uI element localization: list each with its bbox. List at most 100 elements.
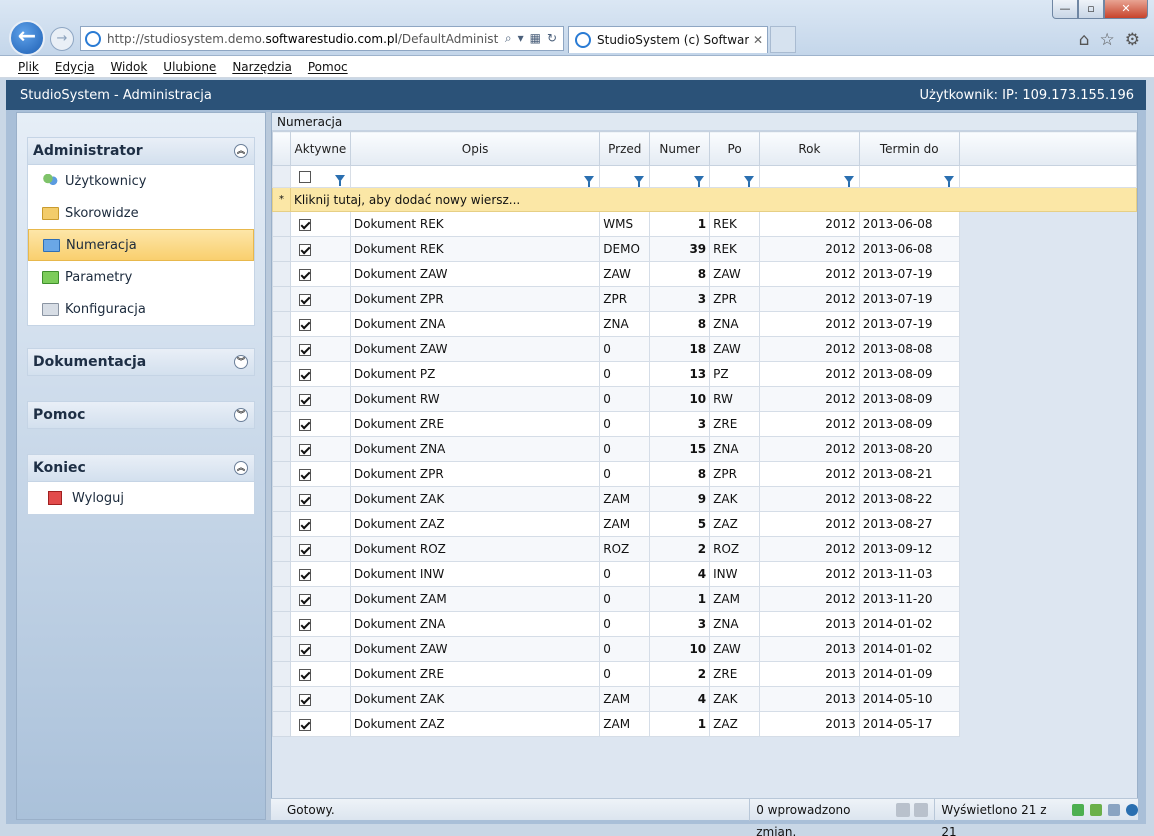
home-icon[interactable]: ⌂	[1079, 30, 1090, 50]
cell-opis[interactable]: Dokument ZRE	[349, 661, 601, 687]
sidebar-item-parametry[interactable]: Parametry	[28, 261, 254, 293]
cell-numer[interactable]: 2	[649, 536, 711, 562]
new-tab-button[interactable]	[770, 26, 796, 53]
cell-przed[interactable]: ZAM	[599, 511, 651, 537]
panel-dokumentacja-header[interactable]: Dokumentacja ︾	[27, 348, 255, 376]
cell-rok[interactable]: 2012	[759, 586, 860, 612]
cell-termin-do[interactable]: 2014-05-10	[858, 686, 960, 712]
row-indicator[interactable]	[272, 661, 291, 687]
cell-rok[interactable]: 2012	[759, 486, 860, 512]
cell-po[interactable]: ZAM	[709, 586, 761, 612]
active-checkbox[interactable]	[298, 593, 311, 606]
row-indicator[interactable]	[272, 436, 291, 462]
row-indicator[interactable]	[272, 411, 291, 437]
table-row[interactable]: Dokument ZPR 0 8 ZPR 2012 2013-08-21	[272, 461, 1137, 487]
column-header-przed[interactable]: Przed	[599, 131, 651, 166]
cell-rok[interactable]: 2013	[759, 611, 860, 637]
cell-przed[interactable]: 0	[599, 636, 651, 662]
add-new-row[interactable]: * Kliknij tutaj, aby dodać nowy wiersz..…	[272, 187, 1138, 212]
minimize-button[interactable]: —	[1052, 0, 1078, 19]
cell-aktywne[interactable]	[289, 686, 351, 712]
cell-po[interactable]: ZAZ	[709, 711, 761, 737]
cell-termin-do[interactable]: 2013-08-22	[858, 486, 960, 512]
cell-aktywne[interactable]	[289, 511, 351, 537]
cell-opis[interactable]: Dokument REK	[349, 236, 601, 262]
panel-koniec-header[interactable]: Koniec ︽	[27, 454, 255, 482]
cell-opis[interactable]: Dokument ZAZ	[349, 711, 601, 737]
cell-opis[interactable]: Dokument ZAK	[349, 486, 601, 512]
sidebar-item-numeracja[interactable]: Numeracja	[28, 229, 254, 261]
cell-termin-do[interactable]: 2014-01-02	[858, 636, 960, 662]
cell-opis[interactable]: Dokument ZPR	[349, 286, 601, 312]
column-header-numer[interactable]: Numer	[649, 131, 711, 166]
sidebar-item-wyloguj[interactable]: Wyloguj	[28, 482, 254, 514]
filter-icon[interactable]	[843, 175, 854, 187]
filter-icon[interactable]	[634, 175, 645, 187]
close-window-button[interactable]: ✕	[1104, 0, 1148, 19]
table-row[interactable]: Dokument ZAW 0 10 ZAW 2013 2014-01-02	[272, 636, 1137, 662]
cell-po[interactable]: ZNA	[709, 611, 761, 637]
browser-tab[interactable]: StudioSystem (c) SoftwareS... ✕	[568, 26, 768, 53]
cell-aktywne[interactable]	[289, 336, 351, 362]
cell-aktywne[interactable]	[289, 536, 351, 562]
active-checkbox[interactable]	[298, 218, 311, 231]
cell-termin-do[interactable]: 2014-01-02	[858, 611, 960, 637]
cell-po[interactable]: ROZ	[709, 536, 761, 562]
cancel-changes-icon[interactable]	[914, 802, 929, 817]
filter-icon[interactable]	[943, 175, 954, 187]
cell-aktywne[interactable]	[289, 561, 351, 587]
cell-numer[interactable]: 39	[649, 236, 711, 262]
cell-przed[interactable]: 0	[599, 386, 651, 412]
cell-termin-do[interactable]: 2013-08-27	[858, 511, 960, 537]
cell-termin-do[interactable]: 2013-08-21	[858, 461, 960, 487]
table-row[interactable]: Dokument ZAW ZAW 8 ZAW 2012 2013-07-19	[272, 261, 1137, 287]
cell-po[interactable]: ZRE	[709, 411, 761, 437]
sidebar-item-skorowidze[interactable]: Skorowidze	[28, 197, 254, 229]
filter-icon[interactable]	[694, 175, 705, 187]
table-row[interactable]: Dokument INW 0 4 INW 2012 2013-11-03	[272, 561, 1137, 587]
cell-opis[interactable]: Dokument RW	[349, 386, 601, 412]
cell-termin-do[interactable]: 2013-07-19	[858, 286, 960, 312]
row-indicator[interactable]	[272, 536, 291, 562]
active-checkbox[interactable]	[298, 418, 311, 431]
active-checkbox[interactable]	[298, 318, 311, 331]
filter-icon[interactable]	[584, 175, 595, 187]
cell-termin-do[interactable]: 2013-09-12	[858, 536, 960, 562]
cell-opis[interactable]: Dokument ZAW	[349, 336, 601, 362]
add-row-text[interactable]: Kliknij tutaj, aby dodać nowy wiersz...	[289, 187, 1138, 212]
cell-opis[interactable]: Dokument ROZ	[349, 536, 601, 562]
address-url[interactable]: http://studiosystem.demo.softwarestudio.…	[107, 32, 499, 46]
cell-rok[interactable]: 2012	[759, 211, 860, 237]
filter-checkbox[interactable]	[298, 171, 311, 183]
cell-rok[interactable]: 2012	[759, 236, 860, 262]
row-indicator[interactable]	[272, 311, 291, 337]
cell-przed[interactable]: 0	[599, 361, 651, 387]
cell-po[interactable]: ZAW	[709, 261, 761, 287]
cell-przed[interactable]: ROZ	[599, 536, 651, 562]
cell-rok[interactable]: 2012	[759, 286, 860, 312]
cell-aktywne[interactable]	[289, 486, 351, 512]
cell-opis[interactable]: Dokument REK	[349, 211, 601, 237]
cell-przed[interactable]: ZAW	[599, 261, 651, 287]
column-header-aktywne[interactable]: Aktywne	[289, 131, 351, 166]
active-checkbox[interactable]	[298, 243, 311, 256]
cell-numer[interactable]: 1	[649, 711, 711, 737]
column-header-po[interactable]: Po	[709, 131, 761, 166]
cell-opis[interactable]: Dokument ZAK	[349, 686, 601, 712]
cell-numer[interactable]: 4	[649, 686, 711, 712]
active-checkbox[interactable]	[298, 568, 311, 581]
active-checkbox[interactable]	[298, 518, 311, 531]
cell-rok[interactable]: 2012	[759, 336, 860, 362]
cell-po[interactable]: ZPR	[709, 461, 761, 487]
cell-po[interactable]: ZAW	[709, 336, 761, 362]
export-icon[interactable]	[1089, 803, 1102, 816]
cell-termin-do[interactable]: 2013-08-20	[858, 436, 960, 462]
cell-rok[interactable]: 2012	[759, 461, 860, 487]
row-indicator[interactable]	[272, 486, 291, 512]
cell-przed[interactable]: ZAM	[599, 711, 651, 737]
cell-przed[interactable]: 0	[599, 436, 651, 462]
cell-aktywne[interactable]	[289, 661, 351, 687]
cell-aktywne[interactable]	[289, 461, 351, 487]
cell-przed[interactable]: 0	[599, 586, 651, 612]
cell-termin-do[interactable]: 2013-08-09	[858, 361, 960, 387]
